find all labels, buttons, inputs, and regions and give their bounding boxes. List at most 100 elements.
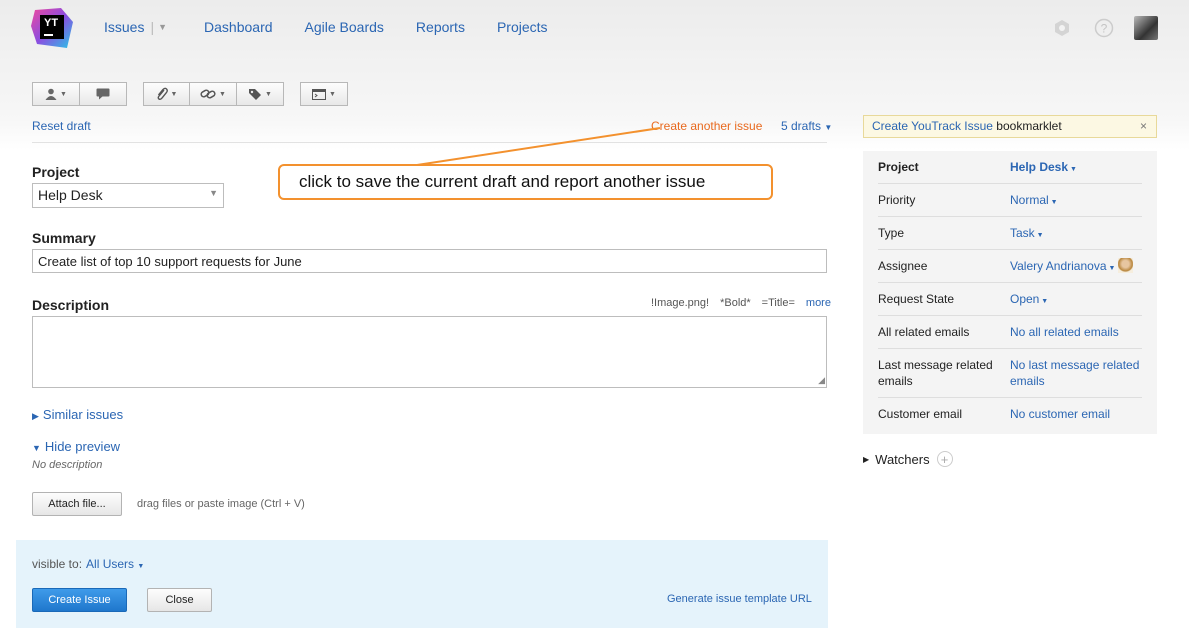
link-button[interactable]: ▼ [190, 82, 237, 106]
callout-text: click to save the current draft and repo… [299, 172, 706, 191]
nav-issues-label[interactable]: Issues [104, 19, 144, 35]
caret-down-icon: ▼ [32, 443, 41, 453]
chevron-down-icon: ▼ [1039, 298, 1049, 305]
field-value-project[interactable]: Help Desk ▼ [1010, 159, 1146, 178]
toolbar-group-attachments: ▼ ▼ ▼ [143, 82, 284, 106]
nav-separator: | [150, 19, 155, 35]
field-row-all-related-emails: All related emails No all related emails [878, 316, 1142, 349]
field-key: Priority [878, 193, 916, 207]
visible-to-value[interactable]: All Users [86, 557, 134, 571]
generate-template-url-link[interactable]: Generate issue template URL [667, 593, 812, 605]
field-key: Request State [878, 292, 955, 306]
similar-issues-toggle[interactable]: ▶ Similar issues [32, 407, 123, 422]
resize-grip-icon[interactable]: ◢ [818, 375, 825, 386]
comment-button[interactable] [80, 82, 127, 106]
markup-more-link[interactable]: more [806, 297, 831, 309]
chevron-down-icon: ▼ [219, 90, 226, 98]
markup-hint-image: !Image.png! [651, 297, 710, 309]
project-label: Project [32, 164, 80, 180]
assign-user-button[interactable]: ▼ [32, 82, 80, 106]
gear-icon[interactable] [1050, 16, 1074, 40]
issue-toolbar: ▼ ▼ ▼ ▼ ▼ [32, 82, 364, 106]
add-watcher-icon[interactable]: + [936, 451, 953, 467]
field-value-last-message-emails[interactable]: No last message related emails [1010, 357, 1146, 389]
nav-projects[interactable]: Projects [497, 19, 548, 35]
avatar [1134, 16, 1158, 40]
drafts-label: 5 drafts [781, 119, 822, 133]
field-key: All related emails [878, 325, 970, 339]
bookmarklet-link[interactable]: Create YouTrack Issue [872, 119, 993, 133]
summary-label: Summary [32, 230, 96, 246]
field-value-text: Help Desk [1010, 160, 1069, 174]
chevron-down-icon: ▼ [329, 90, 336, 98]
chevron-down-icon[interactable]: ▼ [137, 563, 144, 570]
link-icon [200, 89, 216, 99]
visibility-selector: visible to: All Users ▼ [32, 557, 144, 571]
field-value-customer-email[interactable]: No customer email [1010, 406, 1146, 422]
drafts-dropdown[interactable]: 5 drafts ▼ [781, 119, 832, 133]
youtrack-logo[interactable]: YT [31, 8, 73, 48]
tag-button[interactable]: ▼ [237, 82, 284, 106]
hide-preview-toggle[interactable]: ▼ Hide preview [32, 439, 120, 454]
help-icon[interactable]: ? [1092, 16, 1116, 40]
hide-preview-label: Hide preview [44, 439, 121, 454]
watchers-section[interactable]: ▶ Watchers + [863, 451, 953, 467]
field-row-priority: Priority Normal ▼ [878, 184, 1142, 217]
summary-input[interactable]: Create list of top 10 support requests f… [32, 249, 827, 273]
project-select-value: Help Desk [38, 187, 103, 203]
user-icon [45, 88, 57, 100]
tag-icon [249, 89, 262, 100]
bookmarklet-notice: Create YouTrack Issue bookmarklet × [863, 115, 1157, 138]
paperclip-icon [157, 87, 168, 101]
chevron-down-icon: ▼ [60, 90, 67, 98]
create-issue-button[interactable]: Create Issue [32, 588, 127, 612]
reset-draft-link[interactable]: Reset draft [32, 119, 91, 133]
toolbar-group-command: ▼ [300, 82, 348, 106]
assignee-avatar [1118, 258, 1134, 273]
caret-right-icon: ▶ [863, 454, 870, 464]
nav-reports[interactable]: Reports [416, 19, 465, 35]
nav-issues[interactable]: Issues | ▼ [104, 19, 167, 35]
divider [32, 142, 827, 143]
field-row-customer-email: Customer email No customer email [878, 398, 1142, 431]
nav-dashboard[interactable]: Dashboard [204, 19, 273, 35]
attach-file-button[interactable]: Attach file... [32, 492, 122, 516]
field-row-last-message-emails: Last message related emails No last mess… [878, 349, 1142, 398]
command-button[interactable]: ▼ [300, 82, 348, 106]
main-nav: Issues | ▼ Dashboard Agile Boards Report… [104, 19, 580, 35]
field-value-text: Task [1010, 226, 1035, 240]
field-key: Project [878, 160, 919, 174]
field-value-assignee[interactable]: Valery Andrianova ▼ [1010, 258, 1146, 277]
field-row-assignee: Assignee Valery Andrianova ▼ [878, 250, 1142, 283]
field-value-type[interactable]: Task ▼ [1010, 225, 1146, 244]
close-button[interactable]: Close [147, 588, 212, 612]
close-label: Close [165, 594, 194, 606]
markup-hint-title: =Title= [761, 297, 795, 309]
field-value-text: Normal [1010, 193, 1049, 207]
close-icon[interactable]: × [1140, 119, 1147, 133]
chevron-down-icon: ▼ [1048, 199, 1058, 206]
field-key: Assignee [878, 259, 928, 273]
create-another-issue-link[interactable]: Create another issue [651, 119, 762, 133]
markup-hints: !Image.png! *Bold* =Title= more [651, 297, 831, 309]
watchers-label: Watchers [875, 451, 930, 467]
logo-text: YT [44, 17, 59, 29]
project-select[interactable]: Help Desk ▼ [32, 183, 224, 208]
chevron-down-icon[interactable]: ▼ [158, 22, 167, 32]
field-value-priority[interactable]: Normal ▼ [1010, 192, 1146, 211]
field-key: Last message related emails [878, 358, 993, 388]
field-value-text: Valery Andrianova [1010, 259, 1107, 273]
user-avatar[interactable] [1134, 16, 1158, 40]
field-row-request-state: Request State Open ▼ [878, 283, 1142, 316]
similar-issues-label: Similar issues [42, 407, 124, 422]
chevron-down-icon: ▼ [1068, 166, 1077, 173]
field-row-project: Project Help Desk ▼ [878, 151, 1142, 184]
chevron-down-icon: ▼ [1034, 232, 1044, 239]
chevron-down-icon: ▼ [1106, 265, 1116, 272]
preview-placeholder: No description [32, 459, 103, 471]
nav-agile-boards[interactable]: Agile Boards [305, 19, 384, 35]
field-value-all-related-emails[interactable]: No all related emails [1010, 324, 1146, 340]
field-value-request-state[interactable]: Open ▼ [1010, 291, 1146, 310]
attach-button[interactable]: ▼ [143, 82, 190, 106]
description-textarea[interactable]: ◢ [32, 316, 827, 388]
